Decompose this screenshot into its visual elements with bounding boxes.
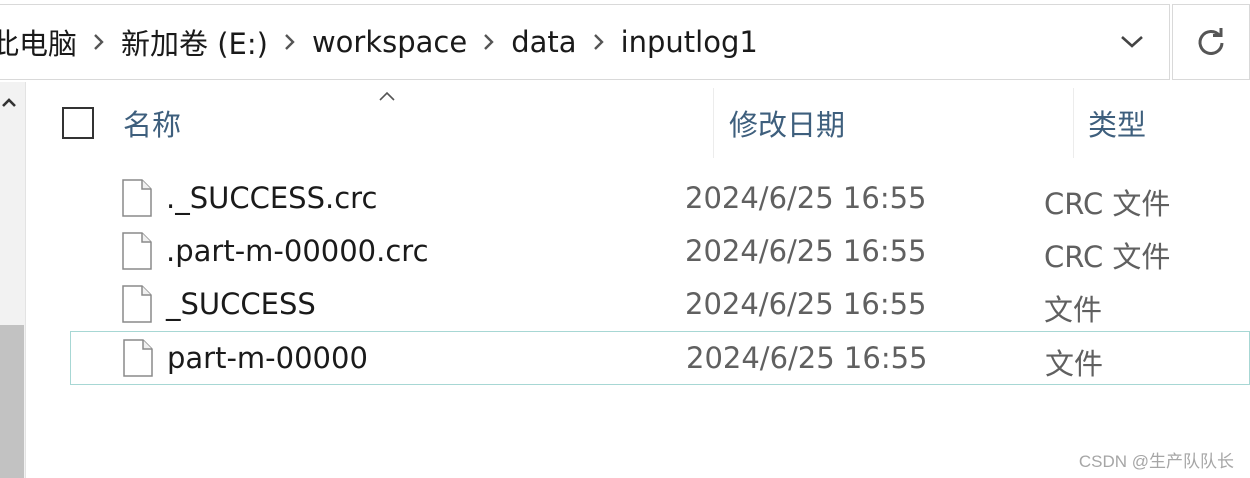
column-header-date-modified[interactable]: 修改日期 bbox=[729, 102, 845, 144]
file-name: .part-m-00000.crc bbox=[166, 234, 429, 268]
file-type: CRC 文件 bbox=[1044, 187, 1171, 221]
file-icon bbox=[123, 339, 153, 377]
file-type: 文件 bbox=[1045, 347, 1104, 381]
breadcrumb-workspace[interactable]: workspace bbox=[310, 25, 469, 59]
select-all-checkbox[interactable] bbox=[62, 107, 94, 139]
file-type: 文件 bbox=[1044, 293, 1103, 327]
navigation-pane-scrollbar[interactable] bbox=[0, 82, 26, 478]
refresh-icon bbox=[1198, 28, 1224, 55]
file-row-selected[interactable]: part-m-00000 2024/6/25 16:55 文件 bbox=[70, 331, 1250, 385]
file-date-modified: 2024/6/25 16:55 bbox=[685, 234, 927, 268]
chevron-right-icon[interactable] bbox=[79, 22, 119, 62]
refresh-button[interactable] bbox=[1172, 4, 1250, 80]
file-name: ._SUCCESS.crc bbox=[166, 181, 378, 215]
file-row[interactable]: .part-m-00000.crc 2024/6/25 16:55 CRC 文件 bbox=[70, 225, 1250, 279]
column-header-type[interactable]: 类型 bbox=[1088, 102, 1146, 144]
scrollbar-thumb[interactable] bbox=[0, 325, 24, 478]
file-name: _SUCCESS bbox=[166, 287, 316, 321]
sort-ascending-icon bbox=[379, 91, 395, 101]
file-row[interactable]: ._SUCCESS.crc 2024/6/25 16:55 CRC 文件 bbox=[70, 172, 1250, 226]
chevron-right-icon[interactable] bbox=[579, 22, 619, 62]
file-date-modified: 2024/6/25 16:55 bbox=[685, 181, 927, 215]
file-icon bbox=[122, 179, 152, 217]
chevron-down-icon[interactable] bbox=[1108, 22, 1156, 62]
breadcrumb-inputlog1[interactable]: inputlog1 bbox=[619, 25, 760, 59]
breadcrumb-drive-e[interactable]: 新加卷 (E:) bbox=[119, 21, 270, 63]
file-icon bbox=[122, 285, 152, 323]
file-name: part-m-00000 bbox=[167, 341, 368, 375]
column-header-row: 名称 修改日期 类型 bbox=[26, 82, 1250, 158]
file-type: CRC 文件 bbox=[1044, 240, 1171, 274]
column-divider[interactable] bbox=[1073, 88, 1074, 158]
breadcrumb-data[interactable]: data bbox=[509, 25, 578, 59]
file-explorer-window: 此电脑 新加卷 (E:) workspace data inputlog1 名称… bbox=[0, 0, 1250, 478]
watermark: CSDN @生产队队长 bbox=[1078, 452, 1234, 471]
file-date-modified: 2024/6/25 16:55 bbox=[685, 287, 927, 321]
column-divider[interactable] bbox=[713, 88, 714, 158]
chevron-right-icon[interactable] bbox=[469, 22, 509, 62]
breadcrumb[interactable]: 此电脑 新加卷 (E:) workspace data inputlog1 bbox=[0, 4, 1170, 80]
column-header-name[interactable]: 名称 bbox=[123, 102, 181, 144]
breadcrumb-this-pc[interactable]: 此电脑 bbox=[0, 21, 79, 63]
scroll-up-arrow-icon[interactable] bbox=[2, 96, 16, 110]
breadcrumb-items: 此电脑 新加卷 (E:) workspace data inputlog1 bbox=[0, 5, 760, 79]
address-bar: 此电脑 新加卷 (E:) workspace data inputlog1 bbox=[0, 0, 1250, 82]
chevron-right-icon[interactable] bbox=[270, 22, 310, 62]
file-icon bbox=[122, 232, 152, 270]
file-row[interactable]: _SUCCESS 2024/6/25 16:55 文件 bbox=[70, 278, 1250, 332]
file-date-modified: 2024/6/25 16:55 bbox=[686, 341, 928, 375]
